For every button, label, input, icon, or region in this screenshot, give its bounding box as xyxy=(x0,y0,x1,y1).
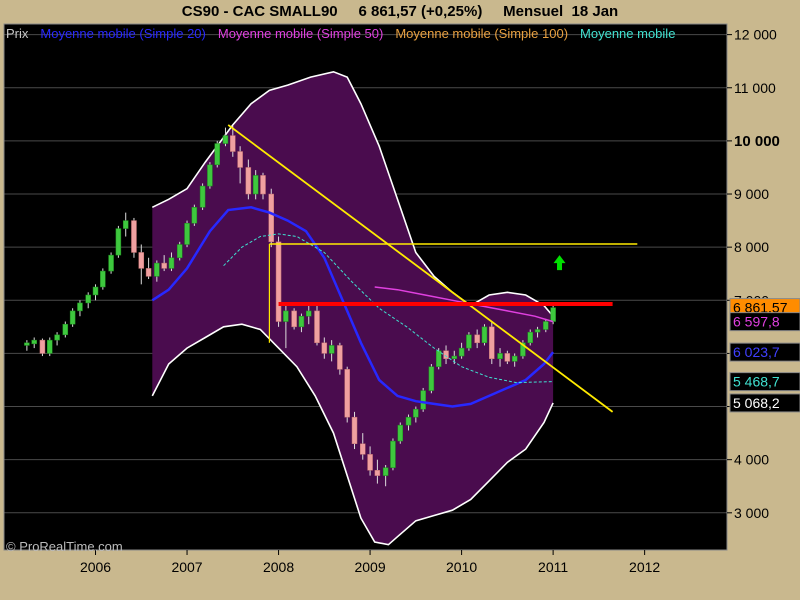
candle-body xyxy=(237,151,243,168)
candle-body xyxy=(543,321,549,330)
price-tag-label: 5 068,2 xyxy=(733,395,780,411)
candle-body xyxy=(397,424,404,442)
y-tick-label: 4 000 xyxy=(734,452,769,468)
candle-body xyxy=(222,135,229,144)
candle-body xyxy=(413,408,419,418)
candle-body xyxy=(390,440,396,468)
candle-body xyxy=(77,302,83,312)
candle-body xyxy=(115,228,122,256)
candle-body xyxy=(351,416,358,444)
candle-body xyxy=(252,175,259,195)
price-chart[interactable]: 3 0004 0005 0006 0007 0008 0009 00010 00… xyxy=(0,0,800,600)
candle-body xyxy=(24,342,30,346)
candle-body xyxy=(161,262,167,269)
candle-body xyxy=(466,334,472,349)
candle-body xyxy=(47,339,53,354)
legend-item: Moyenne mobile (Simple 50) xyxy=(217,26,384,41)
x-tick-label: 2009 xyxy=(354,559,385,575)
candle-body xyxy=(31,339,37,345)
candle-body xyxy=(54,334,60,341)
candle-body xyxy=(168,257,175,269)
candle-body xyxy=(62,323,69,336)
candle-body xyxy=(207,164,213,187)
candle-body xyxy=(314,310,320,344)
candle-body xyxy=(489,326,495,359)
candle-body xyxy=(382,467,389,476)
x-tick-label: 2006 xyxy=(80,559,111,575)
candle-body xyxy=(230,135,236,152)
price-tag-label: 5 468,7 xyxy=(733,374,780,390)
candle-body xyxy=(92,286,99,296)
candle-body xyxy=(443,350,449,359)
candle-body xyxy=(534,329,541,333)
candle-body xyxy=(405,416,412,426)
candle-body xyxy=(321,342,328,354)
price-tag-label: 6 023,7 xyxy=(733,344,780,360)
candle-body xyxy=(504,353,511,362)
candle-body xyxy=(39,339,46,354)
candle-body xyxy=(283,310,289,322)
candle-body xyxy=(131,220,137,253)
candle-body xyxy=(191,207,198,224)
candle-body xyxy=(497,353,503,359)
candle-body xyxy=(275,241,282,322)
candle-body xyxy=(260,175,266,195)
y-tick-label: 11 000 xyxy=(734,80,776,96)
x-tick-label: 2007 xyxy=(171,559,202,575)
candle-body xyxy=(154,262,160,277)
chart-legend: Prix Moyenne mobile (Simple 20) Moyenne mo… xyxy=(6,25,726,43)
candle-body xyxy=(328,345,335,354)
y-tick-label: 8 000 xyxy=(734,239,769,255)
legend-item: Moyenne mobile xyxy=(580,26,676,41)
candle-body xyxy=(199,185,206,208)
candle-body xyxy=(108,254,114,272)
candle-body xyxy=(85,294,91,304)
candle-body xyxy=(176,244,183,259)
candle-body xyxy=(458,347,465,357)
legend-item: Prix xyxy=(6,26,29,41)
candle-body xyxy=(420,390,426,410)
candle-body xyxy=(298,315,305,328)
candle-body xyxy=(138,252,145,269)
candle-body xyxy=(122,220,129,229)
price-tag-label: 6 597,8 xyxy=(733,314,780,330)
candle-body xyxy=(367,454,373,471)
x-tick-label: 2010 xyxy=(446,559,477,575)
candle-body xyxy=(100,270,106,288)
legend-item: Moyenne mobile (Simple 20) xyxy=(40,26,206,41)
copyright-label: © ProRealTime.com xyxy=(6,539,123,554)
x-tick-label: 2012 xyxy=(629,559,660,575)
candle-body xyxy=(344,369,350,418)
candle-body xyxy=(184,222,190,245)
candle-body xyxy=(550,307,556,322)
candle-body xyxy=(306,310,312,317)
candle-body xyxy=(428,366,435,391)
x-tick-label: 2008 xyxy=(263,559,294,575)
candle-body xyxy=(245,167,252,195)
candle-body xyxy=(451,355,458,359)
candle-body xyxy=(337,345,343,370)
candle-body xyxy=(214,143,220,166)
y-tick-label: 3 000 xyxy=(734,505,769,521)
y-tick-label: 12 000 xyxy=(734,27,777,43)
candle-body xyxy=(481,326,488,344)
candle-body xyxy=(145,268,152,277)
candle-body xyxy=(511,355,518,362)
candle-body xyxy=(291,310,297,328)
y-tick-label: 9 000 xyxy=(734,186,769,202)
y-tick-label: 10 000 xyxy=(734,133,780,150)
candle-body xyxy=(374,470,381,476)
candle-body xyxy=(435,350,442,367)
candle-body xyxy=(474,334,480,344)
candle-body xyxy=(527,331,533,344)
candle-body xyxy=(360,443,366,455)
candle-body xyxy=(69,310,76,325)
x-tick-label: 2011 xyxy=(538,559,568,575)
legend-item: Moyenne mobile (Simple 100) xyxy=(395,26,569,41)
